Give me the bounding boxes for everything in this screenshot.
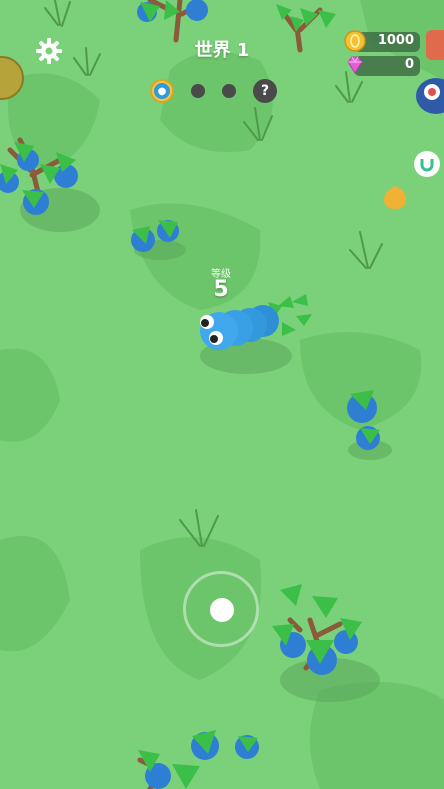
magnet-powerup[interactable] <box>414 151 440 177</box>
drop-pickup <box>384 186 406 209</box>
tree-bottom-left <box>137 750 200 789</box>
game-world <box>0 0 444 789</box>
stage-locked <box>222 84 236 98</box>
gem-icon <box>347 56 363 74</box>
stage-locked <box>191 84 205 98</box>
side-menu-tab[interactable] <box>426 30 444 60</box>
coin-counter: 1000 <box>344 30 420 53</box>
grass-patches <box>0 0 444 789</box>
gem-value: 0 <box>404 57 414 72</box>
settings-button[interactable] <box>33 35 65 67</box>
tree-top-right <box>276 4 336 53</box>
gem-counter: 0 <box>344 55 420 77</box>
stage-current: ● <box>150 79 174 103</box>
enemy-creature <box>416 78 444 114</box>
water-drop-icon: ● <box>154 83 170 99</box>
stage-unknown: ? <box>253 79 277 103</box>
magnet-icon <box>420 159 434 172</box>
coin-value: 1000 <box>377 33 414 48</box>
coin-icon <box>344 30 366 52</box>
joystick-knob[interactable] <box>210 598 234 622</box>
tree-top-center <box>137 0 208 43</box>
stage-progress: ● ? <box>150 77 277 105</box>
world-title: 世界 1 <box>194 40 250 61</box>
game-stage[interactable]: 世界 1 ● ? 1000 0 等级 5 <box>0 0 444 789</box>
berry-bush-bottom <box>191 730 259 760</box>
gear-icon <box>36 38 62 64</box>
player-level-value: 5 <box>213 277 229 302</box>
